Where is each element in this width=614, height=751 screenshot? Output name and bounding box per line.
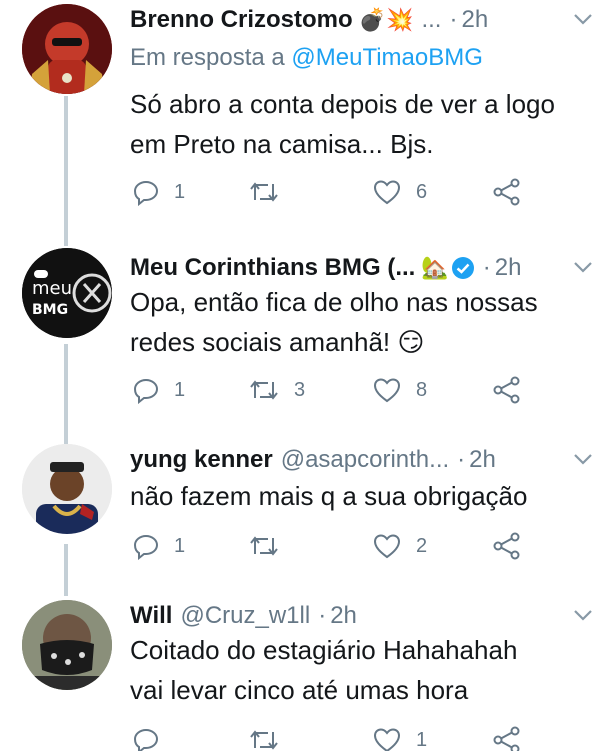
- retweet-button[interactable]: [248, 724, 294, 751]
- tweet-text-line: redes sociais amanhã! 😏: [130, 327, 425, 357]
- retweet-icon: [250, 536, 278, 556]
- reply-icon: [133, 728, 159, 751]
- avatar-image: meu BMG: [22, 248, 112, 338]
- reply-button[interactable]: 1: [132, 374, 185, 406]
- tweet-text-line: Coitado do estagiário Hahahahah: [130, 635, 518, 665]
- display-name[interactable]: Brenno Crizostomo: [130, 6, 353, 34]
- tweet-actions: 1: [130, 724, 550, 751]
- timestamp[interactable]: 2h: [495, 254, 522, 282]
- retweet-button[interactable]: [248, 176, 294, 208]
- like-count: 1: [416, 728, 428, 751]
- like-button[interactable]: 2: [372, 530, 427, 562]
- separator-dot: ·: [457, 446, 466, 473]
- tweet[interactable]: yung kenner @asapcorinth... · 2h não faz…: [0, 440, 614, 580]
- reply-button[interactable]: 1: [132, 530, 185, 562]
- retweet-button[interactable]: [248, 530, 294, 562]
- reply-prefix: Em resposta a: [130, 44, 285, 71]
- avatar[interactable]: [22, 600, 112, 690]
- tweet-actions: 1 6: [130, 176, 550, 208]
- share-button[interactable]: [492, 724, 522, 751]
- user-handle[interactable]: @Cruz_w1ll: [180, 602, 310, 630]
- like-button[interactable]: 8: [372, 374, 427, 406]
- retweet-icon: [250, 730, 278, 750]
- tweet-text-line: Só abro a conta depois de ver a logo: [130, 89, 555, 119]
- chevron-down-icon[interactable]: [572, 450, 594, 468]
- verified-badge-icon: [451, 257, 474, 279]
- avatar-image: [22, 444, 112, 534]
- avatar-image: [22, 600, 112, 690]
- tweet-header: yung kenner @asapcorinth... · 2h: [130, 440, 594, 480]
- tweet-text-line: não fazem mais q a sua obrigação: [130, 481, 528, 511]
- timestamp[interactable]: 2h: [330, 602, 357, 630]
- name-emoji: 🏡: [421, 255, 449, 280]
- display-name[interactable]: Meu Corinthians BMG (...: [130, 254, 415, 282]
- name-emoji: 💣💥: [358, 7, 414, 32]
- reply-context: Em resposta a @MeuTimaoBMG: [130, 44, 483, 72]
- share-icon: [493, 178, 520, 206]
- chevron-down-icon[interactable]: [572, 606, 594, 624]
- heart-icon: [373, 378, 401, 403]
- share-button[interactable]: [492, 176, 522, 208]
- like-count: 8: [416, 378, 428, 401]
- avatar-image: [22, 4, 112, 94]
- retweet-icon: [250, 182, 278, 202]
- reply-count: 1: [174, 180, 186, 203]
- tweet-text-line: Opa, então fica de olho nas nossas: [130, 287, 538, 317]
- retweet-icon: [250, 380, 278, 400]
- reply-count: 1: [174, 534, 186, 557]
- tweet-text: Coitado do estagiário Hahahahah vai leva…: [130, 630, 600, 710]
- timestamp[interactable]: 2h: [469, 446, 496, 474]
- chevron-down-icon[interactable]: [572, 258, 594, 276]
- display-name[interactable]: yung kenner: [130, 446, 273, 474]
- avatar[interactable]: [22, 4, 112, 94]
- like-count: 6: [416, 180, 428, 203]
- heart-icon: [373, 534, 401, 559]
- tweet-actions: 1 2: [130, 530, 550, 562]
- tweet-text: não fazem mais q a sua obrigação: [130, 476, 600, 516]
- heart-icon: [373, 180, 401, 205]
- tweet-actions: 1 3 8: [130, 374, 550, 406]
- share-button[interactable]: [492, 374, 522, 406]
- like-button[interactable]: 1: [372, 724, 427, 751]
- retweet-count: 3: [294, 378, 306, 401]
- tweet-text: Opa, então fica de olho nas nossas redes…: [130, 282, 600, 362]
- timestamp[interactable]: 2h: [461, 6, 488, 34]
- share-icon: [493, 376, 520, 404]
- tweet[interactable]: Brenno Crizostomo 💣💥 ... · 2h Em respost…: [0, 0, 614, 230]
- reply-icon: [133, 378, 159, 404]
- tweet[interactable]: meu BMG Meu Corinthians BMG (... 🏡 · 2h …: [0, 248, 614, 428]
- like-count: 2: [416, 534, 428, 557]
- like-button[interactable]: 6: [372, 176, 427, 208]
- tweet[interactable]: Will @Cruz_w1ll · 2h Coitado do estagiár…: [0, 596, 614, 751]
- share-icon: [493, 532, 520, 560]
- separator-dot: ·: [318, 602, 327, 629]
- user-handle[interactable]: @asapcorinth...: [281, 446, 449, 474]
- avatar[interactable]: meu BMG: [22, 248, 112, 338]
- share-icon: [493, 726, 520, 751]
- avatar[interactable]: [22, 444, 112, 534]
- tweet-text-line: em Preto na camisa... Bjs.: [130, 129, 434, 159]
- heart-icon: [373, 728, 401, 751]
- share-button[interactable]: [492, 530, 522, 562]
- reply-count: 1: [174, 378, 186, 401]
- avatar-text: BMG: [32, 302, 68, 318]
- tweet-header: Brenno Crizostomo 💣💥 ... · 2h: [130, 0, 594, 40]
- tweet-text: Só abro a conta depois de ver a logo em …: [130, 84, 600, 164]
- reply-icon: [133, 180, 159, 206]
- chevron-down-icon[interactable]: [572, 10, 594, 28]
- name-ellipsis: ...: [421, 6, 442, 33]
- tweet-text-line: vai levar cinco até umas hora: [130, 675, 469, 705]
- avatar-text: meu: [32, 278, 72, 299]
- separator-dot: ·: [449, 6, 458, 33]
- display-name[interactable]: Will: [130, 602, 172, 630]
- reply-button[interactable]: 1: [132, 176, 185, 208]
- separator-dot: ·: [482, 254, 491, 281]
- reply-icon: [133, 534, 159, 560]
- reply-mention-link[interactable]: @MeuTimaoBMG: [291, 44, 483, 71]
- reply-button[interactable]: [132, 724, 174, 751]
- retweet-button[interactable]: 3: [248, 374, 305, 406]
